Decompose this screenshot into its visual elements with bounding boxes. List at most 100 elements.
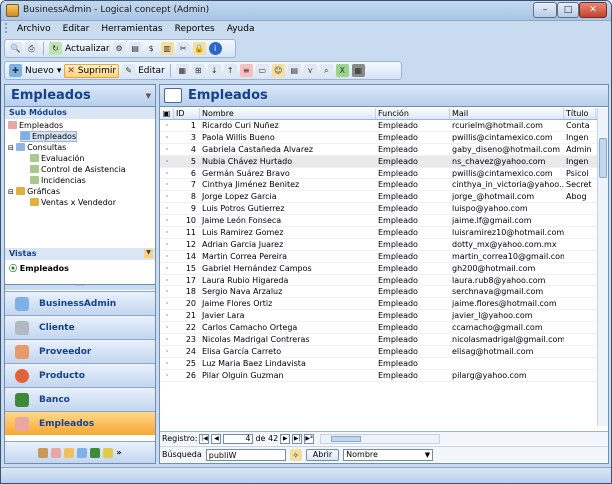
horizontal-scrollbar[interactable] — [320, 433, 441, 444]
excel-icon[interactable]: X — [335, 64, 349, 77]
tree-evaluacion[interactable]: Evaluación — [8, 154, 155, 165]
menu-archivo[interactable]: Archivo — [15, 24, 53, 34]
views-dropdown-icon[interactable]: ▼ — [144, 249, 153, 258]
refresh-icon[interactable]: ↻ — [49, 42, 62, 55]
tree-empleados-item[interactable]: Empleados — [8, 131, 155, 143]
grid-icon[interactable]: ⊞ — [191, 64, 205, 77]
next-record-button[interactable]: ▶ — [280, 433, 291, 444]
row-selector[interactable]: · — [160, 275, 174, 286]
row-selector[interactable]: · — [160, 156, 174, 167]
table-row[interactable]: · 11 Luis Ramirez Gomez Empleado luisramirez… — [160, 227, 608, 239]
row-selector[interactable]: · — [160, 191, 174, 202]
select-all-cell[interactable]: ▣ — [160, 108, 174, 119]
table-row[interactable]: · 7 Cinthya Jiménez Benitez Empleado cinthya… — [160, 179, 608, 192]
tree-consultas[interactable]: ⊟ Consultas — [8, 143, 155, 154]
nav-proveedor[interactable]: Proveedor — [5, 339, 155, 363]
new-record-icon[interactable]: ✚ — [9, 64, 22, 77]
scroll-thumb[interactable] — [599, 138, 607, 178]
new-button[interactable]: Nuevo — [25, 66, 54, 76]
nav-cliente[interactable]: Cliente — [5, 315, 155, 339]
last-record-button[interactable]: ▶| — [292, 433, 303, 444]
table-row[interactable]: · 8 Jorge Lopez Garcia Empleado jorge_@hotma… — [160, 191, 608, 204]
table-row[interactable]: · 26 Pilar Olguin Guzman Empleado pilarg@yah… — [160, 370, 608, 382]
minimize-button[interactable]: – — [533, 2, 557, 18]
row-selector[interactable]: · — [160, 370, 174, 381]
find-icon[interactable]: ⌕ — [319, 64, 333, 77]
mini-product-icon[interactable] — [77, 447, 88, 458]
menu-herramientas[interactable]: Herramientas — [99, 24, 164, 34]
vertical-scrollbar[interactable] — [597, 108, 608, 426]
table-row[interactable]: · 3 Paola Willis Bueno Empleado pwillis@cint… — [160, 132, 608, 144]
filter-remove-icon[interactable]: ≡ — [239, 64, 253, 77]
nav-empleados[interactable]: Empleados — [5, 411, 155, 435]
table-row[interactable]: · 9 Luis Potros Gutierrez Empleado luispo@ya… — [160, 203, 608, 216]
document-icon[interactable]: ▤ — [128, 42, 142, 55]
table-row[interactable]: · 18 Sergio Nava Arzaluz Empleado serchnava@… — [160, 286, 608, 299]
search-wand-icon[interactable]: ✧ — [289, 448, 302, 461]
mini-bank-icon[interactable] — [90, 447, 101, 458]
currency-icon[interactable]: $ — [145, 42, 158, 55]
sort-desc-icon[interactable]: ↑ — [223, 64, 237, 77]
row-selector[interactable]: · — [160, 263, 174, 274]
folder-icon[interactable]: ▥ — [160, 42, 174, 55]
nav-businessadmin[interactable]: BusinessAdmin — [5, 291, 155, 315]
table-row[interactable]: · 22 Carlos Camacho Ortega Empleado ccamacho… — [160, 322, 608, 335]
nav-producto[interactable]: Producto — [5, 363, 155, 387]
tools-icon[interactable]: ✂ — [176, 42, 190, 55]
row-selector[interactable]: · — [160, 346, 174, 357]
search-field-select[interactable]: Nombre ▼ — [343, 448, 434, 461]
mini-employees-icon[interactable] — [103, 447, 114, 458]
info-icon[interactable]: i — [208, 42, 222, 55]
view-option-empleados[interactable]: ⦿ Empleados — [9, 263, 69, 274]
row-selector[interactable]: · — [160, 132, 174, 143]
edit-icon[interactable]: ✎ — [122, 64, 136, 77]
col-funcion[interactable]: Función — [376, 108, 450, 119]
table-row[interactable]: · 23 Nicolas Madrigal Contreras Empleado nic… — [160, 334, 608, 346]
row-selector[interactable]: · — [160, 239, 174, 250]
calculator-icon[interactable]: ▦ — [351, 64, 365, 77]
mini-supplier-icon[interactable] — [64, 447, 75, 458]
maximize-button[interactable]: □ — [557, 2, 579, 18]
col-titulo[interactable]: Título — [564, 108, 596, 119]
row-selector[interactable]: · — [160, 120, 174, 131]
configure-buttons-icon[interactable]: » — [116, 448, 121, 457]
first-record-button[interactable]: |◀ — [199, 433, 210, 444]
chevron-down-icon[interactable]: ▼ — [146, 92, 151, 100]
tree-incidencias[interactable]: Incidencias — [8, 176, 155, 187]
mini-businessadmin-icon[interactable] — [38, 447, 49, 458]
table-row[interactable]: · 21 Javier Lara Empleado javier_l@yahoo.com — [160, 310, 608, 323]
current-record-field[interactable]: 4 — [223, 433, 254, 444]
tree-graficas[interactable]: ⊟ Gráficas — [8, 187, 155, 198]
lock-icon[interactable]: 🔒 — [192, 42, 206, 55]
row-selector[interactable]: · — [160, 227, 174, 238]
table-row[interactable]: · 14 Martin Correa Pereira Empleado martin_c… — [160, 251, 608, 263]
menu-editar[interactable]: Editar — [61, 24, 92, 34]
table-row[interactable]: · 15 Gabriel Hernández Campos Empleado gh200… — [160, 263, 608, 275]
close-button[interactable]: ✕ — [579, 2, 607, 18]
menu-reportes[interactable]: Reportes — [173, 24, 217, 34]
row-selector[interactable]: · — [160, 310, 174, 321]
table-row[interactable]: · 1 Ricardo Curi Nuñez Empleado rcurielm@hot… — [160, 120, 608, 132]
row-selector[interactable]: · — [160, 251, 174, 262]
new-dropdown-arrow[interactable]: ▾ — [57, 66, 62, 76]
calendar-icon[interactable]: ▭ — [255, 64, 269, 77]
print-preview-icon[interactable]: 🔍 — [9, 42, 22, 55]
refresh-label[interactable]: Actualizar — [65, 44, 110, 54]
table-row[interactable]: · 4 Gabriela Castañeda Alvarez Empleado gaby… — [160, 144, 608, 156]
table-row[interactable]: · 10 Jaime León Fonseca Empleado jaime.lf@gm… — [160, 215, 608, 228]
table-row[interactable]: · 6 Germán Suárez Bravo Empleado pwillis@cin… — [160, 168, 608, 180]
row-selector[interactable]: · — [160, 322, 174, 333]
prev-record-button[interactable]: ◀ — [211, 433, 222, 444]
nav-banco[interactable]: Banco — [5, 387, 155, 411]
tree-ventas-vendedor[interactable]: Ventas x Vendedor — [8, 198, 155, 209]
table-row[interactable]: · 24 Elisa García Carreto Empleado elisag@ho… — [160, 346, 608, 358]
table-row[interactable]: · 17 Laura Rubio Higareda Empleado laura.rub… — [160, 275, 608, 287]
col-id[interactable]: ID — [174, 108, 200, 119]
mini-client-icon[interactable] — [51, 447, 62, 458]
table-row[interactable]: · 20 Jaime Flores Ortiz Empleado jaime.flore… — [160, 298, 608, 311]
filter-icon[interactable]: ⋎ — [303, 64, 317, 77]
hscroll-thumb[interactable] — [331, 435, 362, 442]
sort-asc-icon[interactable]: ↓ — [207, 64, 221, 77]
row-selector[interactable]: · — [160, 168, 174, 179]
row-selector[interactable]: · — [160, 179, 174, 190]
